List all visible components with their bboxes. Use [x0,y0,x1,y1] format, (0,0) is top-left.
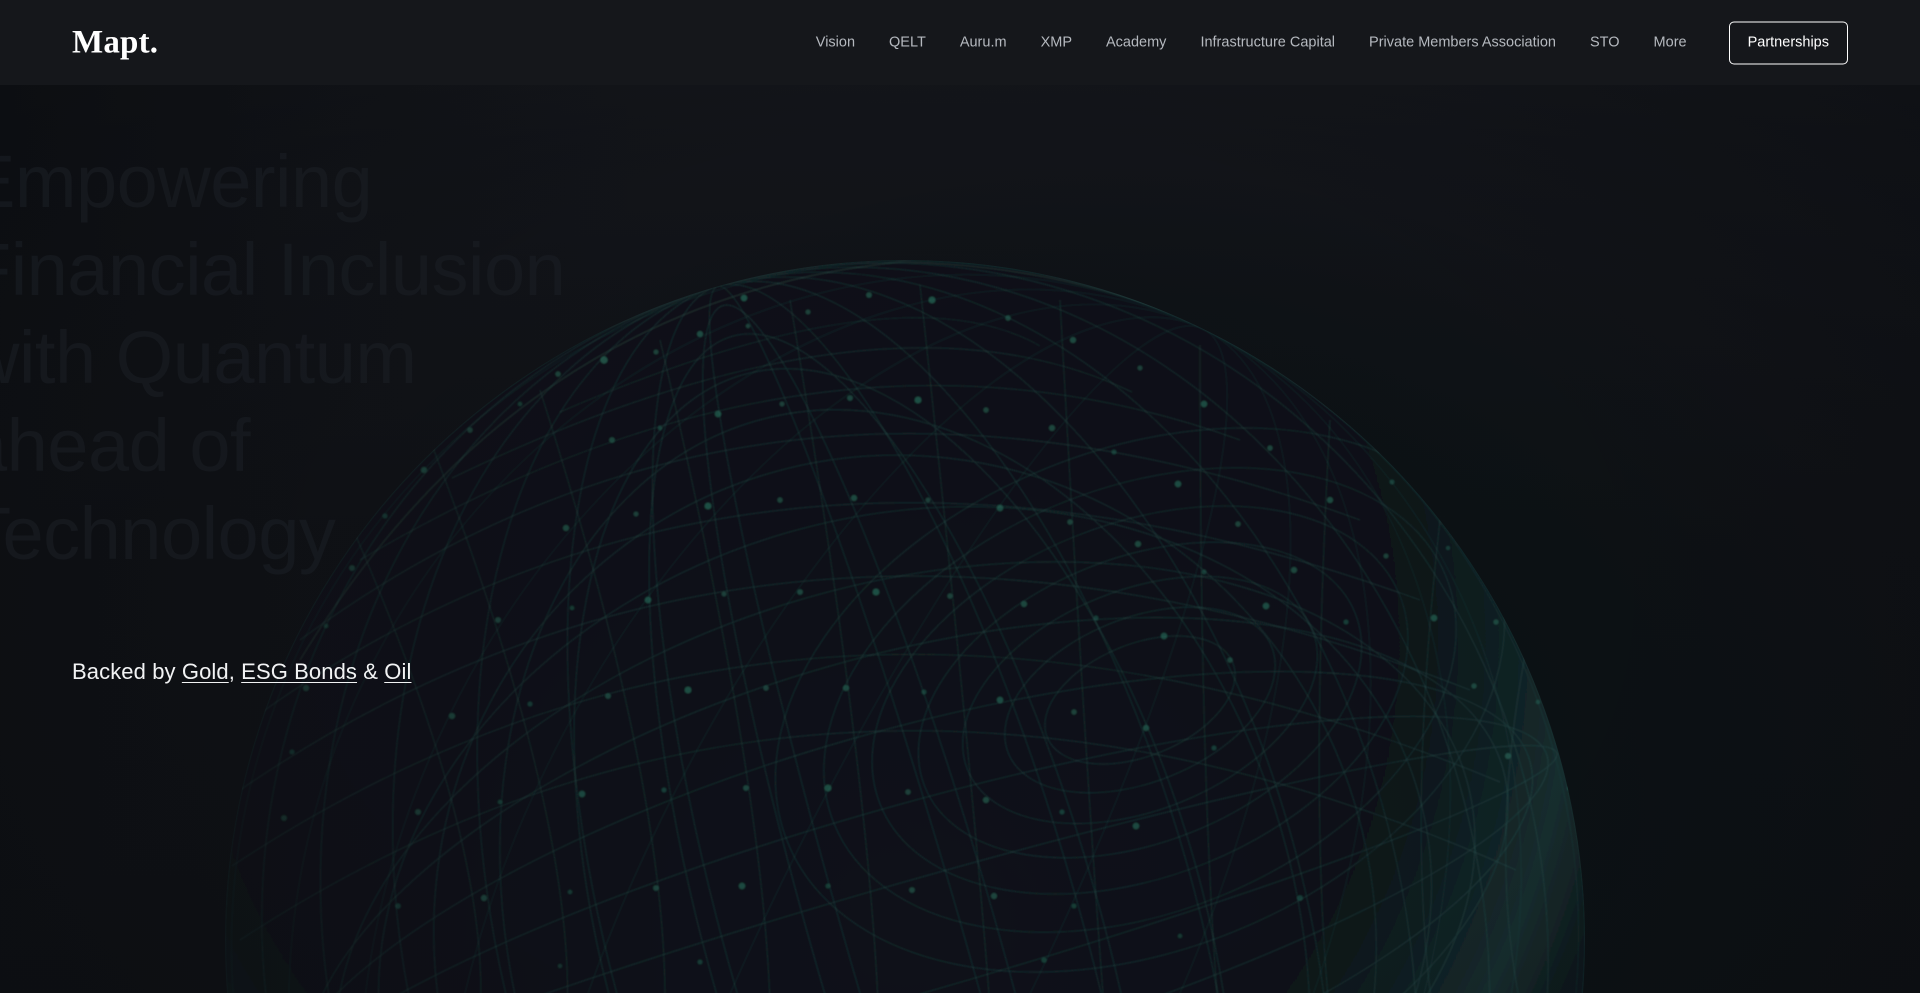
backed-by-link-esg-bonds[interactable]: ESG Bonds [241,659,357,684]
page-root: Empowering Financial Inclusion with Quan… [0,0,1920,993]
backed-by-link-gold[interactable]: Gold [182,659,229,684]
globe-visualization [145,210,1665,993]
backed-by-ampersand: & [363,659,379,684]
site-header: Mapt. Vision QELT Auru.m XMP Academy Inf… [0,0,1920,85]
nav-item-infrastructure-capital[interactable]: Infrastructure Capital [1183,27,1352,58]
nav-item-private-members-association[interactable]: Private Members Association [1352,27,1573,58]
backed-by-prefix: Backed by [72,659,176,684]
nav-item-academy[interactable]: Academy [1089,27,1183,58]
nav-item-qelt[interactable]: QELT [872,27,943,58]
nav-item-more[interactable]: More [1637,27,1704,58]
backed-by-statement: Backed by Gold, ESG Bonds & Oil [72,658,411,687]
partnerships-button[interactable]: Partnerships [1728,21,1848,64]
nav-item-vision[interactable]: Vision [799,27,872,58]
backed-by-comma: , [228,659,235,684]
nav-item-xmp[interactable]: XMP [1024,27,1089,58]
nav-item-sto[interactable]: STO [1573,27,1637,58]
hero-background [0,0,1920,993]
brand-logo[interactable]: Mapt. [72,26,158,59]
nav-item-aurum[interactable]: Auru.m [943,27,1024,58]
backed-by-link-oil[interactable]: Oil [384,659,411,684]
primary-navigation: Vision QELT Auru.m XMP Academy Infrastru… [799,21,1848,64]
